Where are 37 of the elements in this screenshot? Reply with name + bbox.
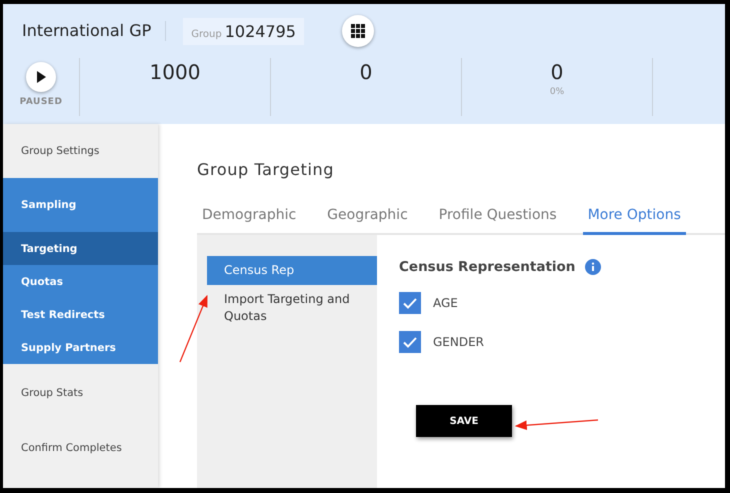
group-label: Group xyxy=(191,28,222,40)
sidebar-subitem[interactable]: Test Redirects xyxy=(3,298,158,331)
grid-icon xyxy=(350,24,365,38)
info-icon[interactable] xyxy=(585,259,602,275)
status-label: PAUSED xyxy=(20,97,62,107)
stat-percent: 0% xyxy=(550,87,564,97)
checkbox-label: AGE xyxy=(433,296,458,310)
stat-value: 0 xyxy=(550,60,564,84)
checkbox[interactable] xyxy=(399,331,421,353)
annotation-arrow xyxy=(179,294,208,362)
check-icon xyxy=(403,336,417,348)
subnav-item[interactable]: Census Rep xyxy=(207,256,377,285)
checkbox-label: GENDER xyxy=(433,335,484,349)
sidebar-subitem[interactable]: Targeting xyxy=(3,232,158,265)
page-title: Group Targeting xyxy=(197,160,336,179)
play-button[interactable] xyxy=(26,62,56,92)
play-icon xyxy=(36,71,46,83)
apps-grid-button[interactable] xyxy=(342,15,374,47)
group-id: 1024795 xyxy=(224,22,296,40)
tab[interactable]: Demographic xyxy=(197,201,302,235)
sidebar-item[interactable]: Group Settings xyxy=(3,124,158,178)
stat-value: 0 xyxy=(360,60,372,84)
sidebar-item[interactable]: Confirm Completes xyxy=(3,421,158,475)
tab[interactable]: More Options xyxy=(582,201,686,235)
tab[interactable]: Profile Questions xyxy=(434,201,562,235)
project-title: International GP xyxy=(22,21,166,41)
checkbox[interactable] xyxy=(399,292,421,314)
stat-value: 1000 xyxy=(150,60,200,84)
sidebar-subitem[interactable]: Quotas xyxy=(3,265,158,298)
section-title: Census Representation xyxy=(399,259,576,275)
sidebar-item[interactable]: Group Stats xyxy=(3,364,158,421)
tab[interactable]: Geographic xyxy=(322,201,413,235)
subnav-item[interactable]: Import Targeting and Quotas xyxy=(207,285,377,331)
check-icon xyxy=(403,298,417,308)
save-button[interactable]: SAVE xyxy=(416,405,512,437)
sidebar-subitem[interactable]: Supply Partners xyxy=(3,331,158,364)
sidebar-item[interactable]: Sampling xyxy=(3,178,158,232)
